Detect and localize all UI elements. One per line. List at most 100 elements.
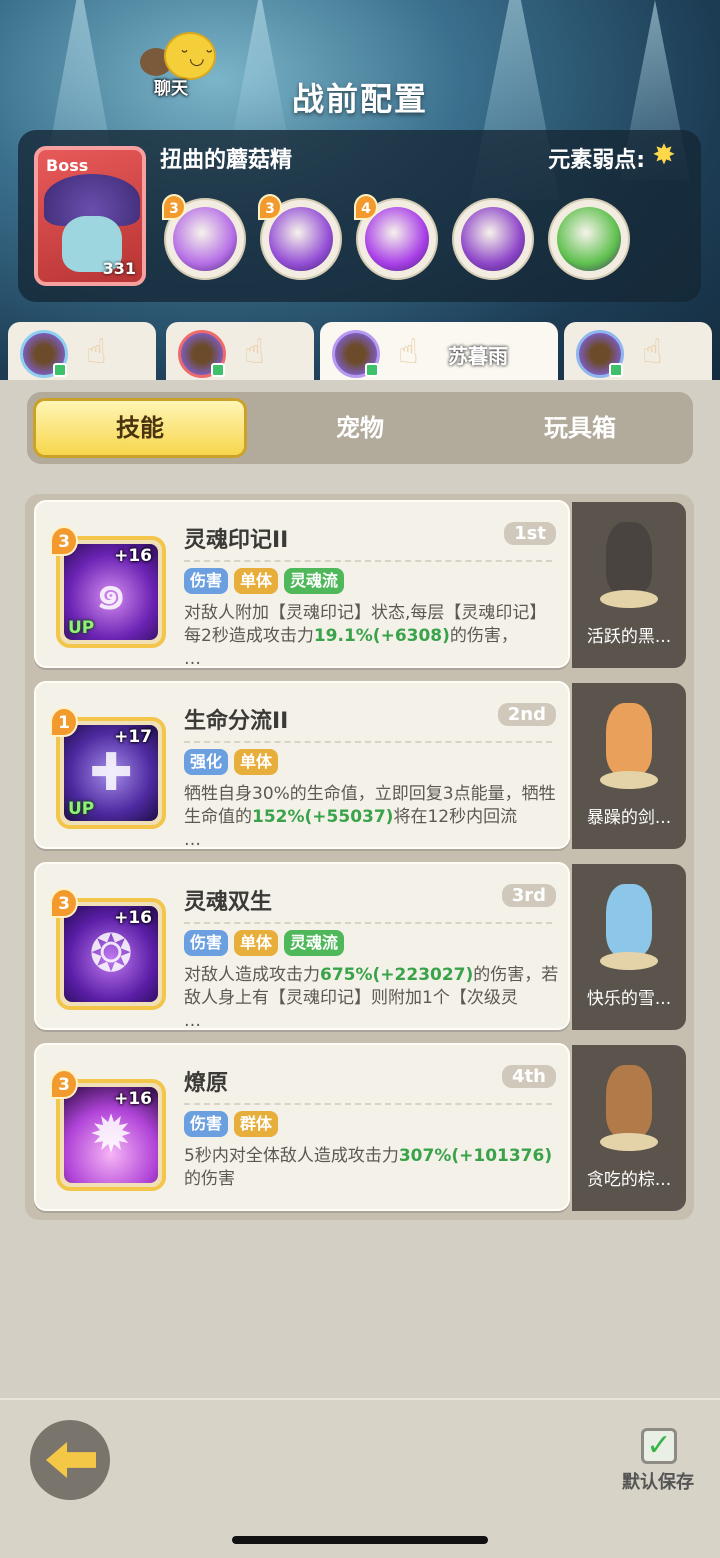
boss-skill-spiral-soul-icon[interactable]: 3 [162,194,246,280]
pet-slot[interactable]: 暴躁的剑... [572,683,686,849]
skill-rank-badge: 2nd [497,703,556,726]
boss-panel: Boss 331 扭曲的蘑菇精 元素弱点: ✸ 3 3 4 [18,130,701,302]
pet-slot[interactable]: 贪吃的棕... [572,1045,686,1211]
pet-name: 快乐的雪... [586,989,672,1009]
pet-name: 贪吃的棕... [586,1170,672,1190]
boss-skill-level: 3 [258,194,282,220]
skill-level-badge: 3 [50,888,78,918]
pet-figure-icon [596,522,662,608]
equipped-badge-icon [365,363,379,377]
back-button[interactable] [30,1420,110,1500]
boss-tag: Boss [46,156,89,175]
skill-card[interactable]: ❂ +16 3 灵魂双生 3rd 伤害 单体 灵魂流 对敌人造成攻击力675%(+223027)… [34,862,570,1030]
skill-tag: 伤害 [184,930,229,956]
pet-figure-icon [596,703,662,789]
skill-plus-level: +16 [114,1089,152,1109]
skill-plus-level: +16 [114,546,152,566]
tab-skills[interactable]: 技能 [33,398,247,458]
skill-tags: 伤害 群体 [184,1111,279,1139]
skill-level-badge: 3 [50,526,78,556]
tap-hand-icon: ☝ [244,332,265,372]
water-drop-icon [269,207,333,271]
mushroom-burst-icon [365,207,429,271]
boss-portrait[interactable]: Boss 331 [34,146,146,286]
hero-tab-3[interactable]: ☝ 苏暮雨 [320,322,558,384]
default-save-label[interactable]: 默认保存 [622,1468,694,1494]
tap-hand-icon: ☝ [398,332,419,372]
skill-description: 对敌人造成攻击力675%(+223027)的伤害，若敌人身上有【灵魂印记】则附加… [184,965,559,1030]
arrow-left-icon [46,1442,96,1478]
skill-name: 灵魂双生 [184,890,273,915]
hero-tab-1[interactable]: ☝ [8,322,156,384]
footer-bar [0,1398,720,1558]
tap-hand-icon: ☝ [642,332,663,372]
hero-avatar [20,330,68,378]
boss-name: 扭曲的蘑菇精 [160,148,293,173]
skill-tag: 灵魂流 [284,568,345,594]
hero-avatar [332,330,380,378]
life-cross-icon: ✚ +17 UP [64,725,158,821]
hero-avatar [178,330,226,378]
spiral-soul-icon [173,207,237,271]
skill-tag: 灵魂流 [284,930,345,956]
skill-level-badge: 3 [50,1069,78,1099]
skill-tags: 伤害 单体 灵魂流 [184,568,345,596]
skill-description: 牺牲自身30%的生命值，立即回复3点能量，牺牲生命值的152%(+55037)将… [184,784,556,849]
category-tab-bar: 技能 宠物 玩具箱 [27,392,693,464]
boss-skill-level: 4 [354,194,378,220]
skill-card[interactable]: ๑ +16 UP 3 灵魂印记II 1st 伤害 单体 灵魂流 对敌人附加【灵魂印记】状态,每层【… [34,500,570,668]
boss-skill-slime-icon[interactable] [548,198,630,280]
pet-figure-icon [596,1065,662,1151]
pet-slot[interactable]: 活跃的黑... [572,502,686,668]
skill-description: 5秒内对全体敌人造成攻击力307%(+101376)的伤害 [184,1146,553,1189]
skill-level-badge: 1 [50,707,78,737]
skill-rank-badge: 4th [502,1065,556,1088]
skill-plus-level: +16 [114,908,152,928]
skill-tag: 单体 [234,930,279,956]
checkbox-checked-icon[interactable]: ✓ [641,1428,677,1464]
slime-icon [557,207,621,271]
boss-skill-mushroom-burst-icon[interactable]: 4 [354,194,438,280]
skill-description: 对敌人附加【灵魂印记】状态,每层【灵魂印记】每2秒造成攻击力19.1%(+630… [184,603,547,668]
boss-skill-water-drop-icon[interactable]: 3 [258,194,342,280]
skill-tag: 伤害 [184,1111,229,1137]
weakness-label: 元素弱点: [548,148,645,173]
skill-name: 灵魂印记II [184,528,289,553]
skill-tag: 群体 [234,1111,279,1137]
upgrade-indicator: UP [68,618,95,638]
home-indicator[interactable] [232,1536,488,1544]
hero-tab-4[interactable]: ☝ [564,322,712,384]
pet-name: 暴躁的剑... [586,808,672,828]
equipped-badge-icon [211,363,225,377]
skill-plus-level: +17 [114,727,152,747]
divider [184,741,552,743]
skill-tag: 单体 [234,749,279,775]
boss-skill-level: 3 [162,194,186,220]
boss-skill-mushroom-icon[interactable] [452,198,534,280]
skill-tags: 伤害 单体 灵魂流 [184,930,345,958]
divider [184,560,552,562]
skill-name: 燎原 [184,1071,229,1096]
tab-toybox[interactable]: 玩具箱 [473,398,687,458]
twin-soul-icon: ❂ +16 [64,906,158,1002]
skill-tag: 单体 [234,568,279,594]
skill-tag: 伤害 [184,568,229,594]
hero-name: 苏暮雨 [448,344,508,368]
skill-name: 生命分流II [184,709,289,734]
boss-level: 331 [102,259,136,278]
equipped-badge-icon [53,363,67,377]
pet-name: 活跃的黑... [586,627,672,647]
skill-card[interactable]: ✚ +17 UP 1 生命分流II 2nd 强化 单体 牺牲自身30%的生命值，立即回复3点能量… [34,681,570,849]
pet-figure-icon [596,884,662,970]
soul-flame-icon: ๑ +16 UP [64,544,158,640]
tap-hand-icon: ☝ [86,332,107,372]
mushroom-icon [461,207,525,271]
skill-rank-badge: 1st [504,522,556,545]
skill-tag: 强化 [184,749,229,775]
upgrade-indicator: UP [68,799,95,819]
divider [184,922,552,924]
hero-tab-2[interactable]: ☝ [166,322,314,384]
pet-slot[interactable]: 快乐的雪... [572,864,686,1030]
skill-card[interactable]: ✹ +16 3 燎原 4th 伤害 群体 5秒内对全体敌人造成攻击力307%(+101376)… [34,1043,570,1211]
tab-pets[interactable]: 宠物 [253,398,467,458]
